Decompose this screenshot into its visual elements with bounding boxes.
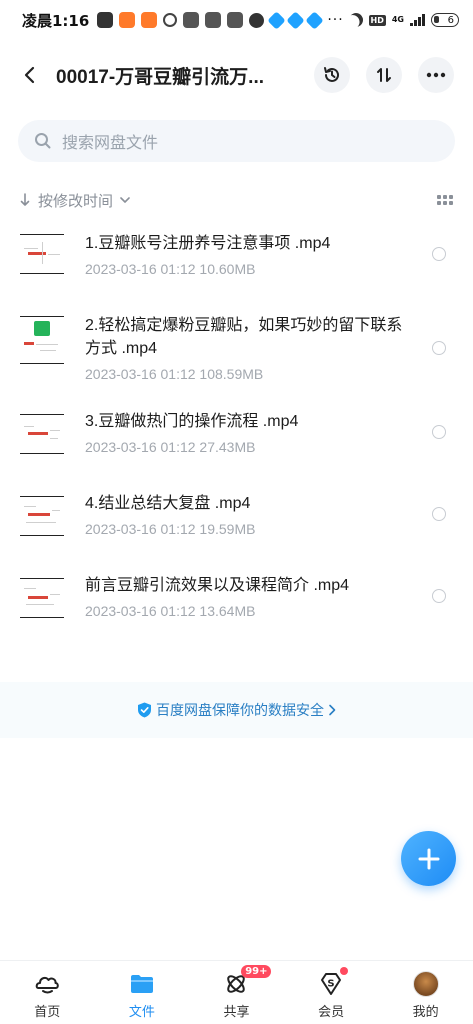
- chevron-left-icon: [24, 66, 35, 84]
- network-type: 4G: [391, 15, 404, 24]
- share-badge: 99+: [241, 965, 272, 978]
- header: 00017-万哥豆瓣引流万...: [0, 48, 473, 102]
- more-icon: [426, 72, 446, 78]
- file-meta: 2023-03-16 01:12 19.59MB: [85, 521, 256, 537]
- status-time: 凌晨1:16: [22, 11, 90, 30]
- signal-icon: [410, 14, 425, 26]
- grid-view-toggle[interactable]: [437, 195, 453, 205]
- file-meta: 2023-03-16 01:12 10.60MB: [85, 261, 256, 277]
- search-placeholder: 搜索网盘文件: [62, 133, 159, 152]
- nav-share[interactable]: 99+ 共享: [189, 961, 284, 1024]
- chevron-down-icon[interactable]: [119, 196, 131, 204]
- vip-diamond-icon: S: [318, 971, 344, 997]
- nav-share-label: 共享: [223, 1005, 250, 1020]
- select-checkbox[interactable]: [432, 247, 446, 261]
- nav-home-label: 首页: [34, 1005, 61, 1020]
- alarm-icon: [163, 13, 178, 27]
- file-text: 2.轻松搞定爆粉豆瓣贴，如果巧妙的留下联系方式 .mp4 2023-03-16 …: [85, 314, 415, 382]
- list-item[interactable]: 3.豆瓣做热门的操作流程 .mp4 2023-03-16 01:12 27.43…: [0, 400, 473, 482]
- bottom-nav: 首页 文件 99+ 共享 S 会员 我的: [0, 960, 473, 1024]
- check-icon: [249, 12, 265, 28]
- nav-files-label: 文件: [128, 1005, 155, 1020]
- more-button[interactable]: [418, 57, 454, 93]
- shield-icon: [138, 702, 151, 718]
- app-notification-icon: [205, 12, 222, 28]
- hd-icon: HD: [368, 14, 386, 26]
- add-button[interactable]: [401, 831, 456, 886]
- file-text: 4.结业总结大复盘 .mp4 2023-03-16 01:12 19.59MB: [85, 492, 415, 537]
- app-notification-icon: [267, 10, 287, 30]
- app-notification-icon: [183, 12, 200, 28]
- file-text: 1.豆瓣账号注册养号注意事项 .mp4 2023-03-16 01:12 10.…: [85, 232, 415, 277]
- app-notification-icon: [286, 10, 306, 30]
- file-meta: 2023-03-16 01:12 27.43MB: [85, 439, 256, 455]
- sort-arrows-icon: [377, 68, 391, 82]
- file-text: 3.豆瓣做热门的操作流程 .mp4 2023-03-16 01:12 27.43…: [85, 410, 415, 455]
- nav-vip-label: 会员: [318, 1005, 345, 1020]
- file-name: 4.结业总结大复盘 .mp4: [85, 495, 251, 512]
- security-banner[interactable]: 百度网盘保障你的数据安全: [0, 682, 473, 738]
- history-button[interactable]: [314, 57, 350, 93]
- file-meta: 2023-03-16 01:12 108.59MB: [85, 366, 264, 382]
- search-input[interactable]: 搜索网盘文件: [18, 120, 455, 162]
- more-notifications-icon: ···: [327, 12, 344, 28]
- file-name: 2.轻松搞定爆粉豆瓣贴，如果巧妙的留下联系方式 .mp4: [85, 317, 403, 357]
- file-meta: 2023-03-16 01:12 13.64MB: [85, 603, 256, 619]
- video-thumbnail: [20, 576, 64, 620]
- app-notification-icon: [305, 10, 325, 30]
- folder-icon: [129, 971, 155, 997]
- vip-dot-badge: [339, 967, 348, 975]
- battery-icon: 6: [431, 13, 459, 27]
- status-left: 凌晨1:16 ···: [22, 10, 344, 31]
- plus-icon: [418, 848, 439, 869]
- select-checkbox[interactable]: [432, 341, 446, 355]
- list-item[interactable]: 1.豆瓣账号注册养号注意事项 .mp4 2023-03-16 01:12 10.…: [0, 222, 473, 304]
- sort-order-button[interactable]: [366, 57, 402, 93]
- app-notification-icon: [119, 12, 136, 28]
- home-icon: [34, 971, 60, 997]
- video-thumbnail: [20, 412, 64, 456]
- select-checkbox[interactable]: [432, 425, 446, 439]
- nav-files[interactable]: 文件: [95, 961, 190, 1024]
- search-icon: [35, 133, 51, 149]
- nav-me-label: 我的: [412, 1005, 439, 1020]
- video-thumbnail: [20, 232, 64, 276]
- nav-vip[interactable]: S 会员: [284, 961, 379, 1024]
- security-banner-text: 百度网盘保障你的数据安全: [156, 703, 324, 719]
- back-button[interactable]: [12, 57, 48, 93]
- file-name: 3.豆瓣做热门的操作流程 .mp4: [85, 413, 299, 430]
- arrow-down-icon: [20, 193, 30, 206]
- file-list: 1.豆瓣账号注册养号注意事项 .mp4 2023-03-16 01:12 10.…: [0, 222, 473, 646]
- sort-row: 按修改时间: [20, 186, 453, 214]
- page-title: 00017-万哥豆瓣引流万...: [56, 66, 264, 88]
- file-name: 前言豆瓣引流效果以及课程简介 .mp4: [85, 577, 350, 594]
- file-name: 1.豆瓣账号注册养号注意事项 .mp4: [85, 235, 331, 252]
- video-thumbnail: [20, 314, 64, 366]
- chevron-right-icon: [329, 704, 336, 716]
- status-bar: 凌晨1:16 ··· HD 4G 6: [0, 0, 473, 40]
- svg-text:S: S: [327, 979, 334, 990]
- moon-icon: [346, 10, 365, 29]
- message-icon: [97, 12, 114, 28]
- nav-me[interactable]: 我的: [378, 961, 473, 1024]
- sort-selector[interactable]: 按修改时间: [38, 190, 113, 211]
- avatar: [412, 971, 439, 997]
- app-notification-icon: [227, 12, 244, 28]
- select-checkbox[interactable]: [432, 507, 446, 521]
- list-item[interactable]: 前言豆瓣引流效果以及课程简介 .mp4 2023-03-16 01:12 13.…: [0, 564, 473, 646]
- select-checkbox[interactable]: [432, 589, 446, 603]
- status-right: HD 4G 6: [349, 13, 459, 27]
- nav-home[interactable]: 首页: [0, 961, 95, 1024]
- battery-level: 6: [447, 14, 454, 26]
- file-text: 前言豆瓣引流效果以及课程简介 .mp4 2023-03-16 01:12 13.…: [85, 574, 415, 619]
- list-item[interactable]: 4.结业总结大复盘 .mp4 2023-03-16 01:12 19.59MB: [0, 482, 473, 564]
- video-thumbnail: [20, 494, 64, 538]
- list-item[interactable]: 2.轻松搞定爆粉豆瓣贴，如果巧妙的留下联系方式 .mp4 2023-03-16 …: [0, 304, 473, 400]
- app-notification-icon: [141, 12, 158, 28]
- history-icon: [324, 67, 339, 82]
